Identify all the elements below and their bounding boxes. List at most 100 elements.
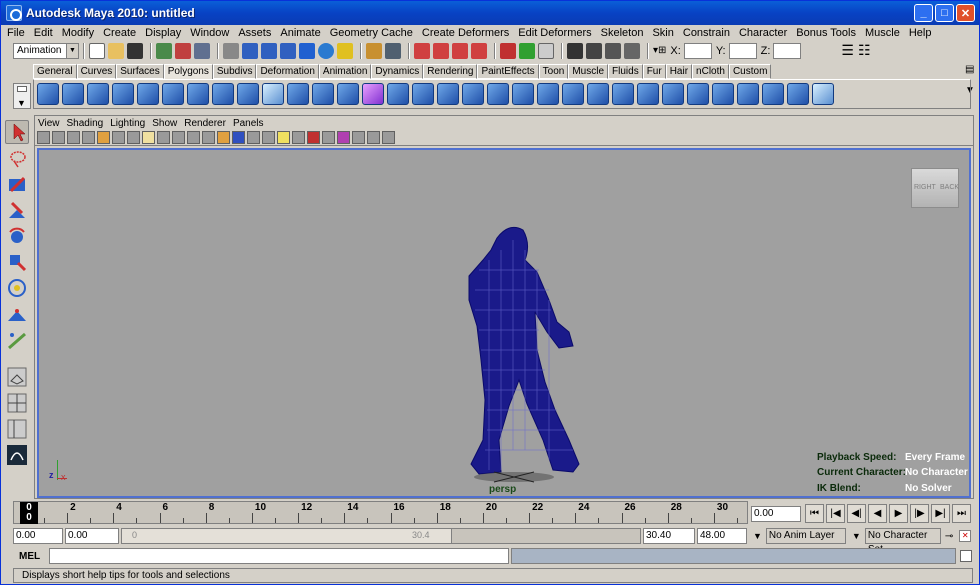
poly-prism-icon[interactable] (187, 83, 209, 105)
cut-faces-icon[interactable] (637, 83, 659, 105)
menu-muscle[interactable]: Muscle (865, 27, 900, 39)
z-field[interactable] (773, 42, 802, 59)
shelf-menu-icon[interactable]: ▤ (965, 64, 974, 75)
menu-modify[interactable]: Modify (62, 27, 94, 39)
perspective-viewport[interactable]: persp RIGHT BACK z x Playback Speed: Eve… (37, 148, 971, 498)
bridge-icon[interactable] (437, 83, 459, 105)
ipr-render-icon[interactable] (433, 42, 449, 59)
current-time-field[interactable]: 0.00 (751, 505, 801, 522)
menu-bonus-tools[interactable]: Bonus Tools (796, 27, 856, 39)
menu-help[interactable]: Help (909, 27, 932, 39)
shelf-editor-button[interactable]: ▼ (13, 83, 31, 109)
menu-display[interactable]: Display (145, 27, 181, 39)
persp-outliner-layout-icon[interactable] (5, 417, 29, 441)
history-icon[interactable] (385, 42, 401, 59)
safe-title-icon[interactable] (187, 131, 200, 144)
time-slider[interactable]: 0 0 2 4 6 8 10 12 14 16 18 20 22 24 26 28 30 (13, 501, 748, 524)
poly-cylinder-icon[interactable] (87, 83, 109, 105)
spherical-mapping-icon[interactable] (762, 83, 784, 105)
view-cube[interactable]: RIGHT BACK (911, 168, 959, 208)
shelf-tab-painteffects[interactable]: PaintEffects (477, 64, 539, 79)
uv-texture-editor-icon[interactable] (787, 83, 809, 105)
field-chart-icon[interactable] (157, 131, 170, 144)
render-view-icon[interactable] (318, 42, 334, 59)
snap-point-icon[interactable] (261, 42, 277, 59)
image-plane-icon[interactable] (82, 131, 95, 144)
y-field[interactable] (728, 42, 757, 59)
shelf-tab-dynamics[interactable]: Dynamics (371, 64, 424, 79)
start-time-field[interactable]: 0.00 (13, 528, 63, 544)
viewport-menu-show[interactable]: Show (152, 118, 177, 129)
current-frame-marker[interactable]: 0 0 (20, 502, 38, 524)
shelf-tab-surfaces[interactable]: Surfaces (116, 64, 164, 79)
camera-select-icon[interactable] (37, 131, 50, 144)
insert-edge-loop-icon[interactable] (562, 83, 584, 105)
viewport-menu-panels[interactable]: Panels (233, 118, 264, 129)
close-button[interactable]: ✕ (956, 4, 975, 22)
split-polygon-icon[interactable] (537, 83, 559, 105)
step-forward-key-icon[interactable]: |▶ (910, 504, 929, 523)
menu-character[interactable]: Character (739, 27, 787, 39)
end-time-field[interactable]: 48.00 (697, 528, 747, 544)
shelf-tab-curves[interactable]: Curves (76, 64, 117, 79)
select-tool-icon[interactable] (5, 120, 29, 144)
channel-box-icon[interactable] (567, 42, 583, 59)
scale-tool-icon[interactable] (5, 250, 29, 274)
viewport-menu-renderer[interactable]: Renderer (184, 118, 226, 129)
universal-manipulator-icon[interactable] (5, 276, 29, 300)
mirror-geometry-icon[interactable] (387, 83, 409, 105)
offset-edge-loop-icon[interactable] (587, 83, 609, 105)
poly-plane-icon[interactable] (137, 83, 159, 105)
soft-modification-icon[interactable] (5, 302, 29, 326)
display-layers-icon[interactable] (605, 42, 621, 59)
make-live-icon[interactable] (299, 42, 315, 59)
poly-cube-icon[interactable] (62, 83, 84, 105)
shelf-tab-hair[interactable]: Hair (665, 64, 693, 79)
resolution-gate-icon[interactable] (127, 131, 140, 144)
select-by-hierarchy-icon[interactable] (156, 42, 172, 59)
texture-icon[interactable] (262, 131, 275, 144)
bookmarks-icon[interactable] (67, 131, 80, 144)
extract-icon[interactable] (312, 83, 334, 105)
render-settings-icon[interactable] (452, 42, 468, 59)
minimize-button[interactable]: _ (914, 4, 933, 22)
character-set-dropdown-icon[interactable]: ▼ (852, 531, 861, 541)
snap-grid-icon[interactable] (223, 42, 239, 59)
bevel-icon[interactable] (612, 83, 634, 105)
four-view-layout-icon[interactable] (5, 391, 29, 415)
checker-map-icon[interactable] (812, 83, 834, 105)
smooth-icon[interactable] (337, 83, 359, 105)
character-wireframe[interactable] (39, 150, 969, 496)
menu-file[interactable]: File (7, 27, 25, 39)
step-back-frame-icon[interactable]: |◀ (826, 504, 845, 523)
camera-attributes-icon[interactable] (52, 131, 65, 144)
anim-layer-field[interactable]: No Anim Layer (765, 528, 846, 544)
shelf-tab-fluids[interactable]: Fluids (608, 64, 643, 79)
lighting-icon[interactable] (277, 131, 290, 144)
menu-edit-deformers[interactable]: Edit Deformers (518, 27, 591, 39)
shelf-tab-muscle[interactable]: Muscle (568, 64, 609, 79)
frame-all-icon[interactable] (352, 131, 365, 144)
poly-sphere-icon[interactable] (37, 83, 59, 105)
x-field[interactable] (683, 42, 712, 59)
combine-icon[interactable] (262, 83, 284, 105)
viewport-menu-lighting[interactable]: Lighting (110, 118, 145, 129)
script-editor-icon[interactable] (960, 550, 972, 562)
shadows-icon[interactable] (292, 131, 305, 144)
menu-skeleton[interactable]: Skeleton (601, 27, 644, 39)
planar-mapping-icon[interactable] (712, 83, 734, 105)
shelf-tab-polygons[interactable]: Polygons (163, 64, 213, 79)
select-by-component-icon[interactable] (194, 42, 210, 59)
isolate-icon[interactable] (322, 131, 335, 144)
shelf-tab-animation[interactable]: Animation (318, 64, 372, 79)
open-scene-icon[interactable] (108, 42, 124, 59)
move-tool-icon[interactable] (5, 198, 29, 222)
single-perspective-layout-icon[interactable] (5, 365, 29, 389)
poly-helix-icon[interactable] (237, 83, 259, 105)
film-gate-icon[interactable] (112, 131, 125, 144)
shelf-tab-rendering[interactable]: Rendering (423, 64, 478, 79)
poly-cone-icon[interactable] (112, 83, 134, 105)
grid-icon[interactable] (97, 131, 110, 144)
help-icon[interactable] (337, 42, 353, 59)
step-forward-frame-icon[interactable]: ▶| (931, 504, 950, 523)
